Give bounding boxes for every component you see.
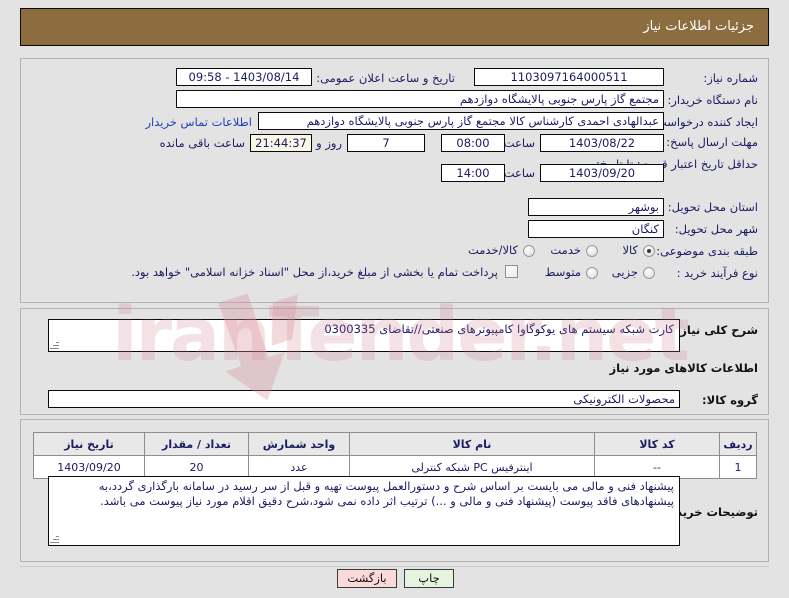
items-table: ردیف کد کالا نام کالا واحد شمارش تعداد /… (33, 432, 757, 479)
requester-value[interactable]: عبدالهادی احمدی کارشناس کالا مجتمع گاز پ… (258, 112, 664, 130)
remaining-days-value[interactable]: 7 (347, 134, 425, 152)
buyer-notes-textarea[interactable]: پیشنهاد فنی و مالی می بایست بر اساس شرح … (48, 476, 680, 546)
col-unit: واحد شمارش (248, 432, 350, 456)
remaining-days-separator: روز و (316, 136, 342, 150)
buyer-contact-link[interactable]: اطلاعات تماس خریدار (145, 115, 252, 129)
need-number-label: شماره نیاز: (703, 71, 758, 85)
page-root: جزئیات اطلاعات نیاز شماره نیاز: 11030971… (0, 0, 789, 598)
radio-classification-goods-service[interactable] (523, 245, 535, 257)
need-number-value[interactable]: 1103097164000511 (474, 68, 664, 86)
treasury-bonds-checkbox[interactable] (505, 265, 518, 278)
radio-process-medium[interactable] (586, 267, 598, 279)
resize-grip-icon[interactable] (50, 340, 60, 350)
reply-deadline-label: مهلت ارسال پاسخ: تا تاریخ: (625, 135, 758, 149)
radio-process-minor-label: جزیی (611, 265, 638, 279)
requester-label: ایجاد کننده درخواست: (652, 115, 758, 129)
need-info-panel: شماره نیاز: 1103097164000511 تاریخ و ساع… (20, 58, 769, 303)
buyer-org-value[interactable]: مجتمع گاز پارس جنوبی پالایشگاه دوازدهم (176, 90, 664, 108)
summary-text: کارت شبکه سیستم های یوکوگاوا کامپیوترهای… (324, 322, 674, 336)
price-validity-label: حداقل تاریخ اعتبار قیمت: تا تاریخ: (595, 157, 758, 171)
treasury-bonds-label: پرداخت تمام یا بخشی از مبلغ خرید،از محل … (131, 265, 498, 279)
table-header-row: ردیف کد کالا نام کالا واحد شمارش تعداد /… (33, 432, 757, 456)
process-type-label: نوع فرآیند خرید : (676, 266, 758, 280)
summary-textarea[interactable]: کارت شبکه سیستم های یوکوگاوا کامپیوترهای… (48, 319, 680, 352)
col-name: نام کالا (349, 432, 595, 456)
price-validity-date[interactable]: 1403/09/20 (540, 164, 664, 182)
city-value[interactable]: کنگان (528, 220, 664, 238)
price-validity-time[interactable]: 14:00 (441, 164, 505, 182)
col-need-date: تاریخ نیاز (33, 432, 145, 456)
radio-classification-goods[interactable] (643, 245, 655, 257)
reply-deadline-date[interactable]: 1403/08/22 (540, 134, 664, 152)
cell-row: 1 (719, 455, 757, 479)
page-title: جزئیات اطلاعات نیاز (643, 19, 754, 34)
province-label: استان محل تحویل: (667, 200, 758, 214)
reply-deadline-time-label: ساعت (503, 136, 535, 150)
footer-divider (20, 566, 769, 567)
classification-label: طبقه بندی موضوعی: (656, 244, 758, 258)
buyer-notes-text: پیشنهاد فنی و مالی می بایست بر اساس شرح … (98, 479, 674, 508)
price-validity-time-label: ساعت (503, 166, 535, 180)
goods-group-label: گروه کالا: (702, 393, 758, 407)
radio-classification-service-label: خدمت (550, 243, 581, 257)
radio-process-medium-label: متوسط (544, 265, 581, 279)
announce-datetime-value[interactable]: 1403/08/14 - 09:58 (176, 68, 312, 86)
col-quantity: تعداد / مقدار (144, 432, 249, 456)
goods-group-value[interactable]: محصولات الکترونیکی (48, 390, 680, 408)
back-button[interactable]: بازگشت (337, 569, 397, 588)
items-panel: ردیف کد کالا نام کالا واحد شمارش تعداد /… (20, 419, 769, 562)
col-row: ردیف (719, 432, 757, 456)
announce-datetime-label: تاریخ و ساعت اعلان عمومی: (316, 71, 455, 85)
goods-section-heading: اطلاعات کالاهای مورد نیاز (609, 361, 758, 375)
resize-grip-icon-notes[interactable] (50, 534, 60, 544)
print-button[interactable]: چاپ (404, 569, 454, 588)
radio-classification-service[interactable] (586, 245, 598, 257)
province-value[interactable]: بوشهر (528, 198, 664, 216)
summary-label: شرح کلی نیاز: (675, 323, 758, 337)
col-code: کد کالا (594, 432, 720, 456)
reply-deadline-time[interactable]: 08:00 (441, 134, 505, 152)
buyer-org-label: نام دستگاه خریدار: (667, 93, 758, 107)
remaining-time-suffix: ساعت باقی مانده (159, 136, 245, 150)
radio-process-minor[interactable] (643, 267, 655, 279)
city-label: شهر محل تحویل: (674, 222, 758, 236)
summary-panel: شرح کلی نیاز: کارت شبکه سیستم های یوکوگا… (20, 308, 769, 415)
radio-classification-goods-service-label: کالا/خدمت (467, 243, 518, 257)
remaining-clock-value: 21:44:37 (250, 134, 312, 152)
radio-classification-goods-label: کالا (622, 243, 638, 257)
page-header-bar: جزئیات اطلاعات نیاز (20, 8, 769, 46)
